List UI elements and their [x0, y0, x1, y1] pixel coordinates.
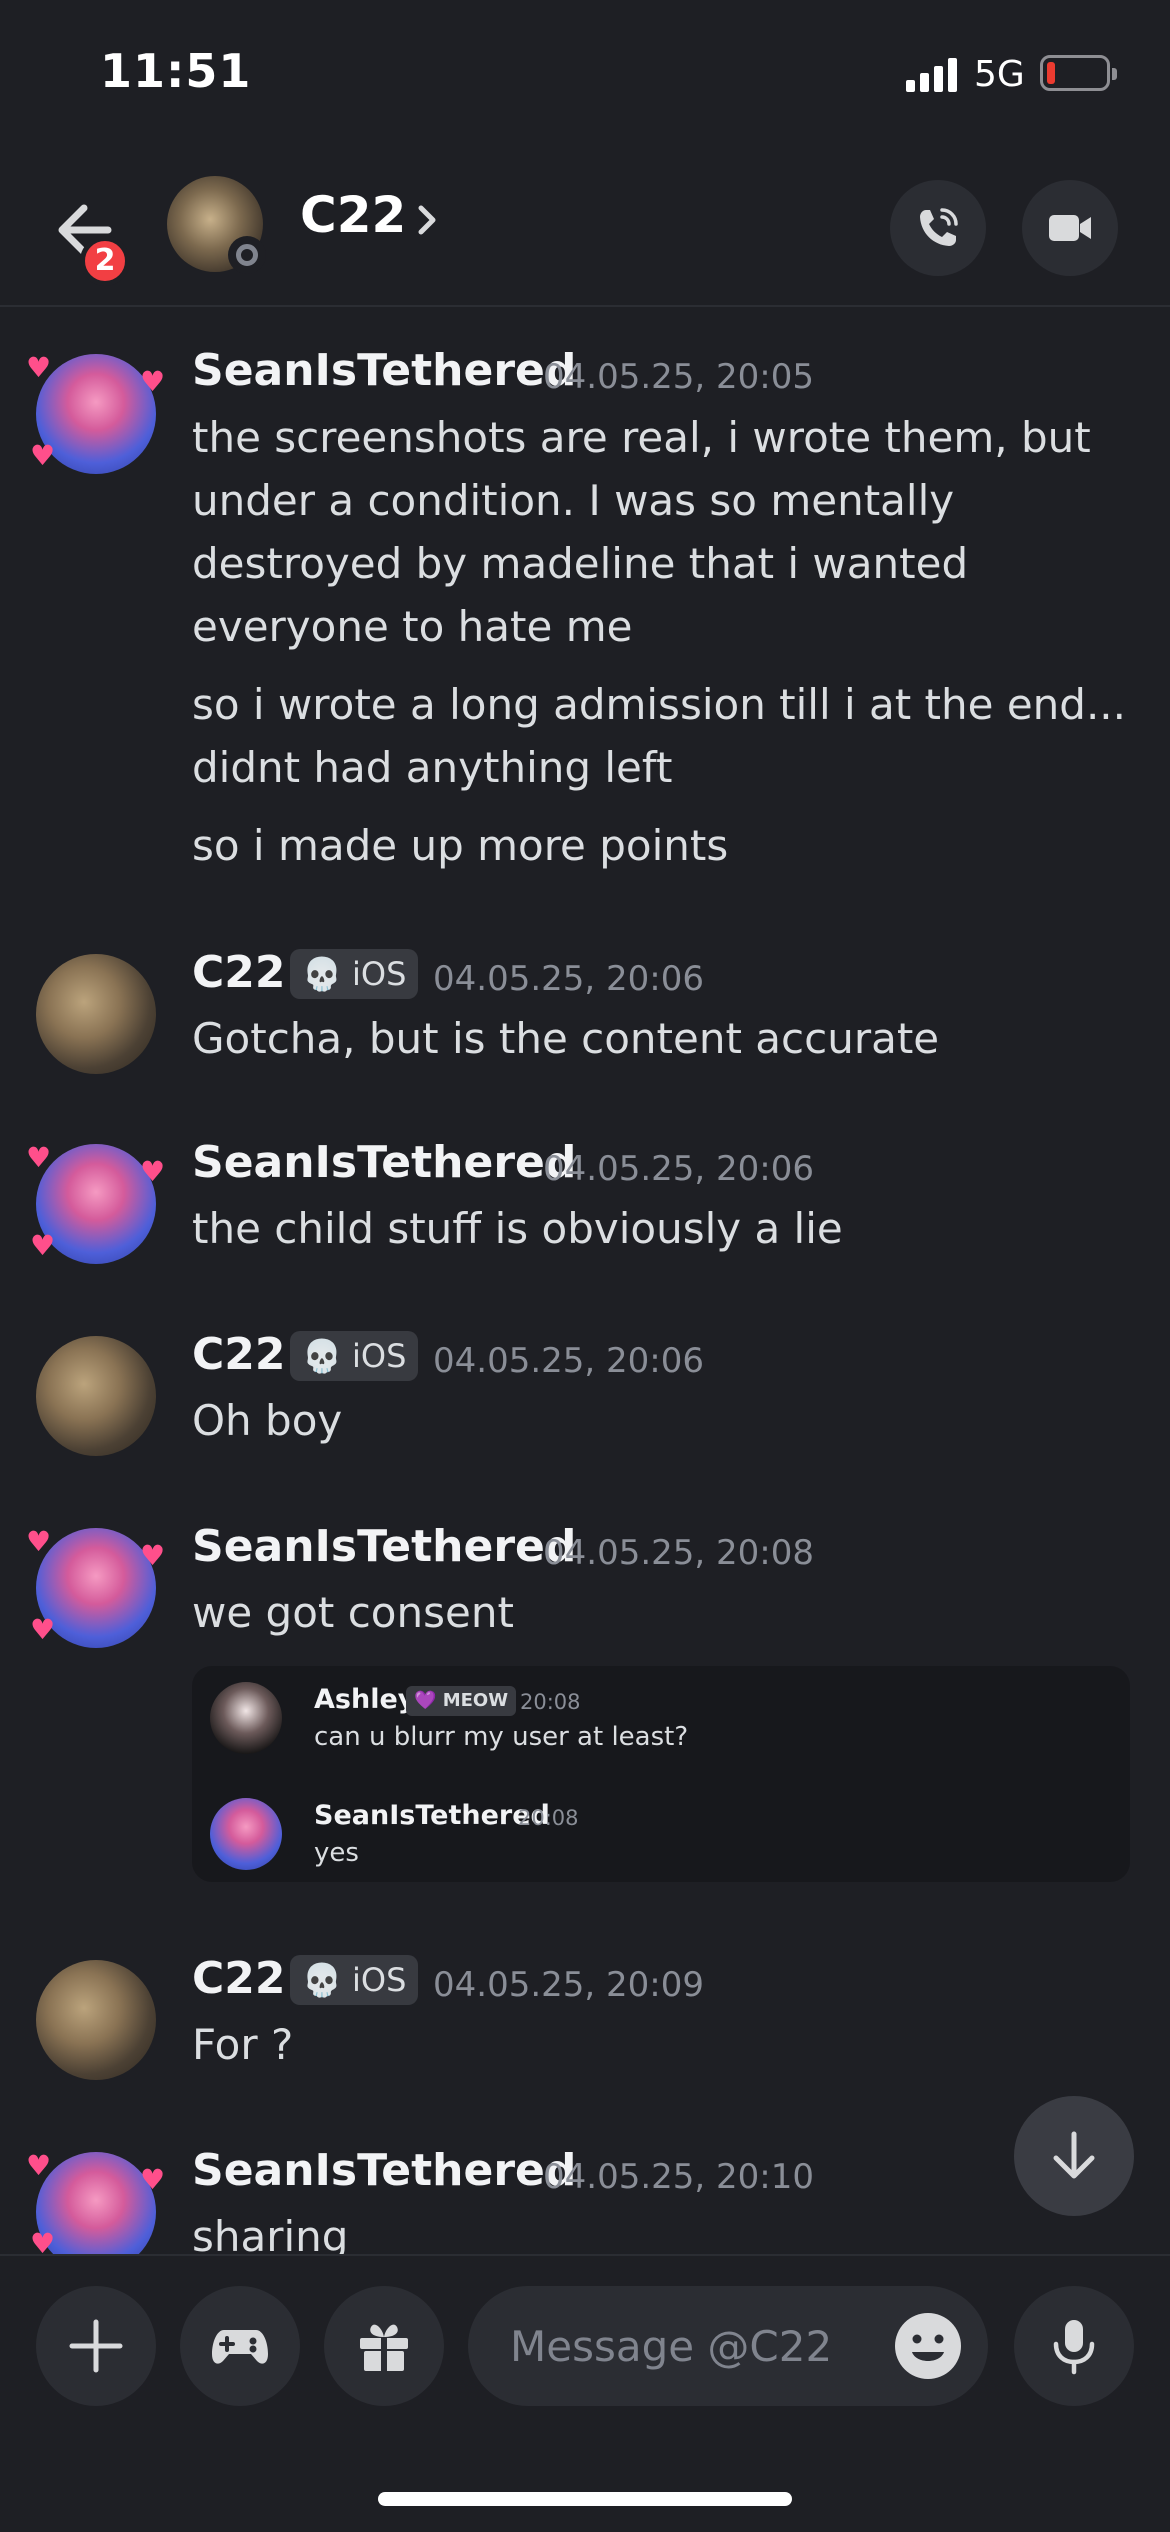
message-text: the child stuff is obviously a lie [192, 1204, 843, 1253]
message-text: so i made up more points [192, 821, 729, 870]
message-text: Gotcha, but is the content accurate [192, 1014, 940, 1063]
status-time: 11:51 [100, 44, 252, 98]
attachment-timestamp: 20:08 [518, 1806, 579, 1830]
chevron-right-icon[interactable] [412, 200, 442, 240]
heart-icon: ♥ [30, 2227, 56, 2254]
heart-icon: ♥ [26, 1525, 52, 1558]
ios-tag: 💀 iOS [290, 1331, 419, 1381]
heart-icon: ♥ [140, 1539, 166, 1572]
message-timestamp: 04.05.25, 20:10 [543, 2157, 815, 2197]
avatar [210, 1798, 282, 1870]
gamepad-icon [212, 2330, 268, 2364]
meow-tag: 💜 MEOW [406, 1686, 517, 1716]
unread-badge: 2 [80, 236, 130, 286]
status-bar: 11:51 5G [0, 0, 1170, 150]
message-author[interactable]: SeanIsTethered [192, 345, 576, 396]
avatar[interactable] [36, 1336, 156, 1456]
heart-icon: ♥ [30, 1613, 56, 1646]
heart-icon: ♥ [26, 351, 52, 384]
chat-header: 2 C22 [0, 150, 1170, 307]
gift-button[interactable] [324, 2286, 444, 2406]
video-camera-icon [1049, 215, 1091, 241]
activities-button[interactable] [180, 2286, 300, 2406]
avatar[interactable] [36, 954, 156, 1074]
message-timestamp: 04.05.25, 20:09 [433, 1965, 705, 2005]
heart-icon: ♥ [26, 2149, 52, 2182]
message-list[interactable]: ♥ ♥ ♥ SeanIsTethered 04.05.25, 20:05 the… [0, 309, 1170, 2254]
page-title[interactable]: C22 [300, 186, 406, 244]
battery-icon [1040, 55, 1117, 91]
message-author[interactable]: C22 [192, 1329, 286, 1380]
ios-tag: 💀 iOS [290, 1955, 419, 2005]
network-type: 5G [974, 54, 1025, 95]
message-text: sharing [192, 2212, 349, 2254]
message-timestamp: 04.05.25, 20:06 [543, 1149, 815, 1189]
attachment-timestamp: 20:08 [520, 1690, 581, 1714]
home-indicator [378, 2492, 792, 2506]
avatar [210, 1682, 282, 1754]
emoji-button[interactable] [892, 2310, 964, 2382]
ios-tag: 💀 iOS [290, 949, 419, 999]
heart-icon: ♥ [26, 1141, 52, 1174]
heart-icon: ♥ [140, 2163, 166, 2196]
microphone-icon [1053, 2320, 1095, 2375]
heart-icon: ♥ [140, 1155, 166, 1188]
image-attachment[interactable]: Ashley 💜 MEOW 20:08 can u blurr my user … [192, 1666, 1130, 1882]
avatar[interactable] [36, 1960, 156, 2080]
attachment-text: yes [314, 1838, 359, 1868]
message-author[interactable]: SeanIsTethered [192, 1137, 576, 1188]
phone-icon [920, 208, 958, 246]
video-call-button[interactable] [1022, 180, 1118, 276]
signal-icon [906, 58, 958, 92]
voice-message-button[interactable] [1014, 2286, 1134, 2406]
message-timestamp: 04.05.25, 20:06 [433, 959, 705, 999]
gift-icon [360, 2324, 408, 2371]
message-text: For ? [192, 2020, 294, 2069]
arrow-down-icon [1053, 2131, 1095, 2179]
voice-call-button[interactable] [890, 180, 986, 276]
message-author[interactable]: SeanIsTethered [192, 2145, 576, 2196]
message-composer [0, 2254, 1170, 2532]
emoji-icon [895, 2313, 961, 2379]
attachment-author: SeanIsTethered [314, 1800, 550, 1831]
message-author[interactable]: SeanIsTethered [192, 1521, 576, 1572]
attachment-author: Ashley [314, 1684, 416, 1715]
add-attachment-button[interactable] [36, 2286, 156, 2406]
jump-to-bottom-button[interactable] [1014, 2096, 1134, 2216]
heart-icon: ♥ [30, 1229, 56, 1262]
message-text: we got consent [192, 1588, 514, 1637]
message-timestamp: 04.05.25, 20:08 [543, 1533, 815, 1573]
plus-icon [69, 2319, 123, 2373]
message-timestamp: 04.05.25, 20:06 [433, 1341, 705, 1381]
message-author[interactable]: C22 [192, 1953, 286, 2004]
offline-status-icon [228, 236, 266, 274]
message-text: Oh boy [192, 1396, 343, 1445]
attachment-text: can u blurr my user at least? [314, 1722, 689, 1752]
message-timestamp: 04.05.25, 20:05 [543, 357, 815, 397]
heart-icon: ♥ [30, 439, 56, 472]
message-text: the screenshots are real, i wrote them, … [192, 413, 1091, 651]
heart-icon: ♥ [140, 365, 166, 398]
message-text: so i wrote a long admission till i at th… [192, 680, 1127, 792]
message-author[interactable]: C22 [192, 947, 286, 998]
